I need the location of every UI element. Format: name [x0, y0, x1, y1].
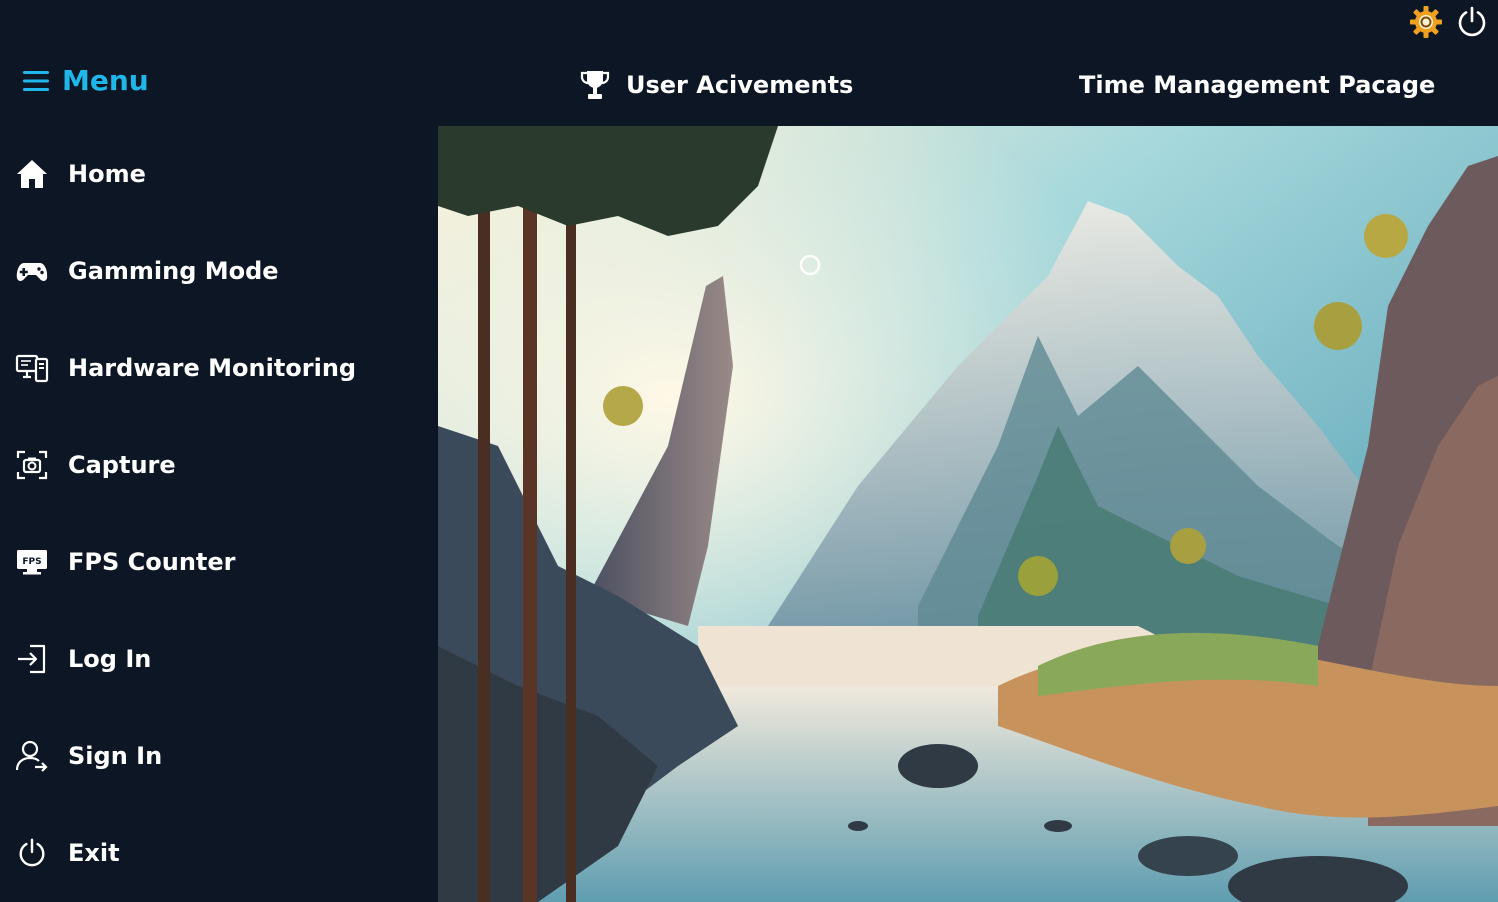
- sidebar-item-label: Exit: [68, 839, 120, 867]
- login-icon: [14, 641, 50, 677]
- landscape-hero-image: [438, 126, 1498, 902]
- window-controls: [1408, 4, 1490, 40]
- svg-text:FPS: FPS: [22, 557, 41, 567]
- power-button[interactable]: [1454, 4, 1490, 40]
- hamburger-icon: [23, 70, 49, 91]
- time-management-label: Time Management Pacage: [1079, 71, 1436, 99]
- sidebar-item-label: Home: [68, 160, 146, 188]
- sidebar-item-label: Log In: [68, 645, 152, 673]
- sidebar-item-label: Hardware Monitoring: [68, 354, 357, 382]
- sidebar-item-log-in[interactable]: Log In: [14, 634, 414, 684]
- user-achievements-link[interactable]: User Acivements: [580, 62, 853, 108]
- fps-icon: FPS: [14, 544, 50, 580]
- sidebar-item-gaming-mode[interactable]: Gamming Mode: [14, 246, 414, 296]
- top-navigation: User Acivements Time Management Pacage: [580, 62, 1435, 108]
- time-management-link[interactable]: Time Management Pacage: [1079, 62, 1435, 108]
- monitor-icon: [14, 350, 50, 386]
- sidebar-item-label: Sign In: [68, 742, 163, 770]
- power-icon: [14, 835, 50, 871]
- sidebar: Home Gamming Mode Hardware Monitoring Ca…: [0, 126, 438, 902]
- sidebar-item-label: Gamming Mode: [68, 257, 279, 285]
- sidebar-item-capture[interactable]: Capture: [14, 440, 414, 490]
- home-icon: [14, 156, 50, 192]
- menu-label: Menu: [62, 64, 149, 97]
- sidebar-item-home[interactable]: Home: [14, 149, 414, 199]
- user-icon: [14, 738, 50, 774]
- settings-button[interactable]: [1408, 4, 1444, 40]
- sidebar-item-exit[interactable]: Exit: [14, 828, 414, 878]
- sidebar-item-label: Capture: [68, 451, 176, 479]
- menu-toggle[interactable]: Menu: [22, 64, 149, 97]
- sidebar-item-fps-counter[interactable]: FPS FPS Counter: [14, 537, 414, 587]
- gamepad-icon: [14, 253, 50, 289]
- power-icon: [1458, 6, 1486, 37]
- sidebar-item-label: FPS Counter: [68, 548, 236, 576]
- user-achievements-label: User Acivements: [626, 71, 854, 99]
- sidebar-item-hardware-monitoring[interactable]: Hardware Monitoring: [14, 343, 414, 393]
- app-window: Menu User Acivements Time Management Pac…: [0, 0, 1498, 902]
- trophy-icon: [580, 71, 610, 99]
- camera-icon: [14, 447, 50, 483]
- gear-icon: [1410, 6, 1442, 38]
- sidebar-item-sign-in[interactable]: Sign In: [14, 731, 414, 781]
